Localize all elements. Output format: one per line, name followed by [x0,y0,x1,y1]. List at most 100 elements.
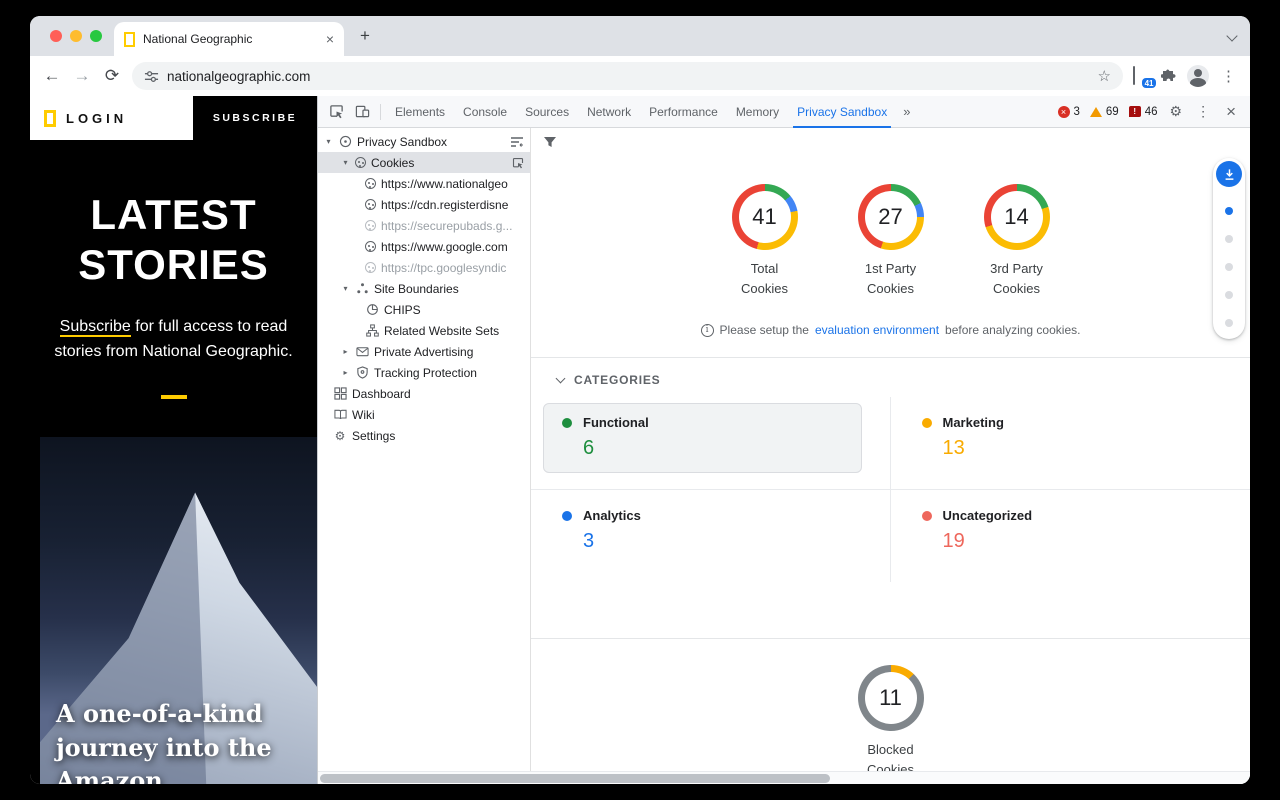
more-tabs-icon[interactable]: » [897,104,916,119]
shield-icon [355,366,369,380]
cookie-extension-icon[interactable]: 41 [1133,67,1151,85]
tree-item-url[interactable]: https://cdn.registerdisne [318,194,530,215]
expand-arrow-icon[interactable]: ▾ [341,284,350,293]
minimize-window-button[interactable] [70,30,82,42]
scrollbar-thumb[interactable] [320,774,830,783]
site-settings-icon[interactable] [144,69,159,84]
collapse-arrow-icon[interactable]: ▸ [341,347,350,356]
tab-network[interactable]: Network [579,96,639,128]
forward-icon[interactable]: → [72,66,92,86]
scroll-indicator-dot[interactable] [1225,235,1233,243]
site-header: LOGIN SUBSCRIBE [30,96,317,140]
address-bar[interactable]: nationalgeographic.com ☆ [132,62,1123,90]
tree-item-url[interactable]: https://www.google.com [318,236,530,257]
tree-item-site-boundaries[interactable]: ▾ Site Boundaries [318,278,530,299]
tree-item-chips[interactable]: CHIPS [318,299,530,320]
categories-header[interactable]: CATEGORIES [531,373,1250,387]
tab-search-icon[interactable] [1226,30,1237,41]
maximize-window-button[interactable] [90,30,102,42]
browser-menu-icon[interactable]: ⋮ [1219,67,1238,85]
profile-avatar[interactable] [1187,65,1209,87]
extensions-puzzle-icon[interactable] [1161,68,1177,84]
warning-icon [1090,107,1102,117]
category-count: 19 [943,530,1204,553]
horizontal-scrollbar[interactable] [318,771,1250,784]
category-analytics[interactable]: Analytics 3 [543,496,862,566]
category-cell: Marketing 13 [891,397,1251,490]
reload-icon[interactable]: ⟳ [102,66,122,86]
scroll-indicator-dot-active[interactable] [1225,207,1233,215]
tab-console[interactable]: Console [455,96,515,128]
inspect-element-icon[interactable] [324,100,348,124]
login-link[interactable]: LOGIN [66,111,127,126]
devtools-menu-icon[interactable]: ⋮ [1194,103,1212,120]
new-tab-button[interactable]: + [360,26,370,46]
donut-value: 14 [991,191,1043,243]
url-text: nationalgeographic.com [167,69,1090,84]
category-functional[interactable]: Functional 6 [543,403,862,473]
console-errors-badge[interactable]: × 3 [1058,106,1080,118]
back-icon[interactable]: ← [42,66,62,86]
total-cookies-donut: 41 Total Cookies [717,184,813,299]
devtools-settings-icon[interactable]: ⚙ [1168,103,1185,120]
browser-tab[interactable]: National Geographic × [114,22,344,56]
tree-item-url[interactable]: https://www.nationalgeo [318,173,530,194]
tree-item-privacy-sandbox[interactable]: ▾ Privacy Sandbox [318,131,530,152]
separator [380,104,381,120]
tree-item-settings[interactable]: ⚙ Settings [318,425,530,446]
scroll-indicator-dot[interactable] [1225,319,1233,327]
bookmark-star-icon[interactable]: ☆ [1098,67,1111,85]
category-marketing[interactable]: Marketing 13 [903,403,1223,473]
close-window-button[interactable] [50,30,62,42]
subscribe-button[interactable]: SUBSCRIBE [193,96,317,140]
issues-badge[interactable]: ! 46 [1129,106,1158,118]
donut-label: 3rd Party Cookies [978,259,1056,299]
tab-performance[interactable]: Performance [641,96,726,128]
tree-item-url[interactable]: https://tpc.googlesyndic [318,257,530,278]
console-warnings-badge[interactable]: 69 [1090,106,1119,118]
category-dot [922,511,932,521]
collapse-arrow-icon[interactable]: ▸ [341,368,350,377]
donut-value: 41 [739,191,791,243]
tree-item-related-website-sets[interactable]: Related Website Sets [318,320,530,341]
tree-item-url[interactable]: https://securepubads.g... [318,215,530,236]
scroll-indicator-dot[interactable] [1225,291,1233,299]
tree-item-dashboard[interactable]: Dashboard [318,383,530,404]
tab-privacy-sandbox[interactable]: Privacy Sandbox [789,96,895,128]
download-report-button[interactable] [1216,161,1242,187]
browser-window: National Geographic × + ← → ⟳ nationalge… [30,16,1250,784]
donut-chart: 41 [732,184,798,250]
donut-chart: 27 [858,184,924,250]
title-bar: National Geographic × + [30,16,1250,56]
national-geographic-logo[interactable] [44,110,56,127]
expand-arrow-icon[interactable]: ▾ [341,158,350,167]
subscribe-link[interactable]: Subscribe [60,318,131,337]
tree-item-cookies[interactable]: ▾ Cookies [318,152,530,173]
cookie-icon [365,199,376,210]
story-title[interactable]: A one-of-a-kind journey into the Amazon [56,697,300,784]
devtools-close-icon[interactable]: × [1222,102,1240,122]
device-toolbar-icon[interactable] [350,100,374,124]
tab-close-icon[interactable]: × [326,31,334,47]
category-label: Marketing [943,415,1004,430]
expand-arrow-icon[interactable]: ▾ [324,137,333,146]
evaluation-environment-link[interactable]: evaluation environment [815,323,939,337]
tree-item-tracking-protection[interactable]: ▸ Tracking Protection [318,362,530,383]
tab-sources[interactable]: Sources [517,96,577,128]
mountain-photo[interactable]: A one-of-a-kind journey into the Amazon [40,437,317,784]
cookie-icon [365,220,376,231]
category-cell: Uncategorized 19 [891,490,1251,582]
tree-item-wiki[interactable]: Wiki [318,404,530,425]
inspect-row-icon[interactable] [512,157,524,169]
tree-menu-icon[interactable] [510,136,524,148]
categories-title: CATEGORIES [574,373,660,387]
issues-icon: ! [1129,106,1141,117]
tree-item-private-advertising[interactable]: ▸ Private Advertising [318,341,530,362]
category-uncategorized[interactable]: Uncategorized 19 [903,496,1223,566]
devtools-panel: Elements Console Sources Network Perform… [317,96,1250,784]
tab-elements[interactable]: Elements [387,96,453,128]
scroll-indicator-dot[interactable] [1225,263,1233,271]
donut-chart: 11 [858,665,924,731]
cookie-donuts: 41 Total Cookies 27 1st Party Cookies [531,184,1250,299]
tab-memory[interactable]: Memory [728,96,787,128]
